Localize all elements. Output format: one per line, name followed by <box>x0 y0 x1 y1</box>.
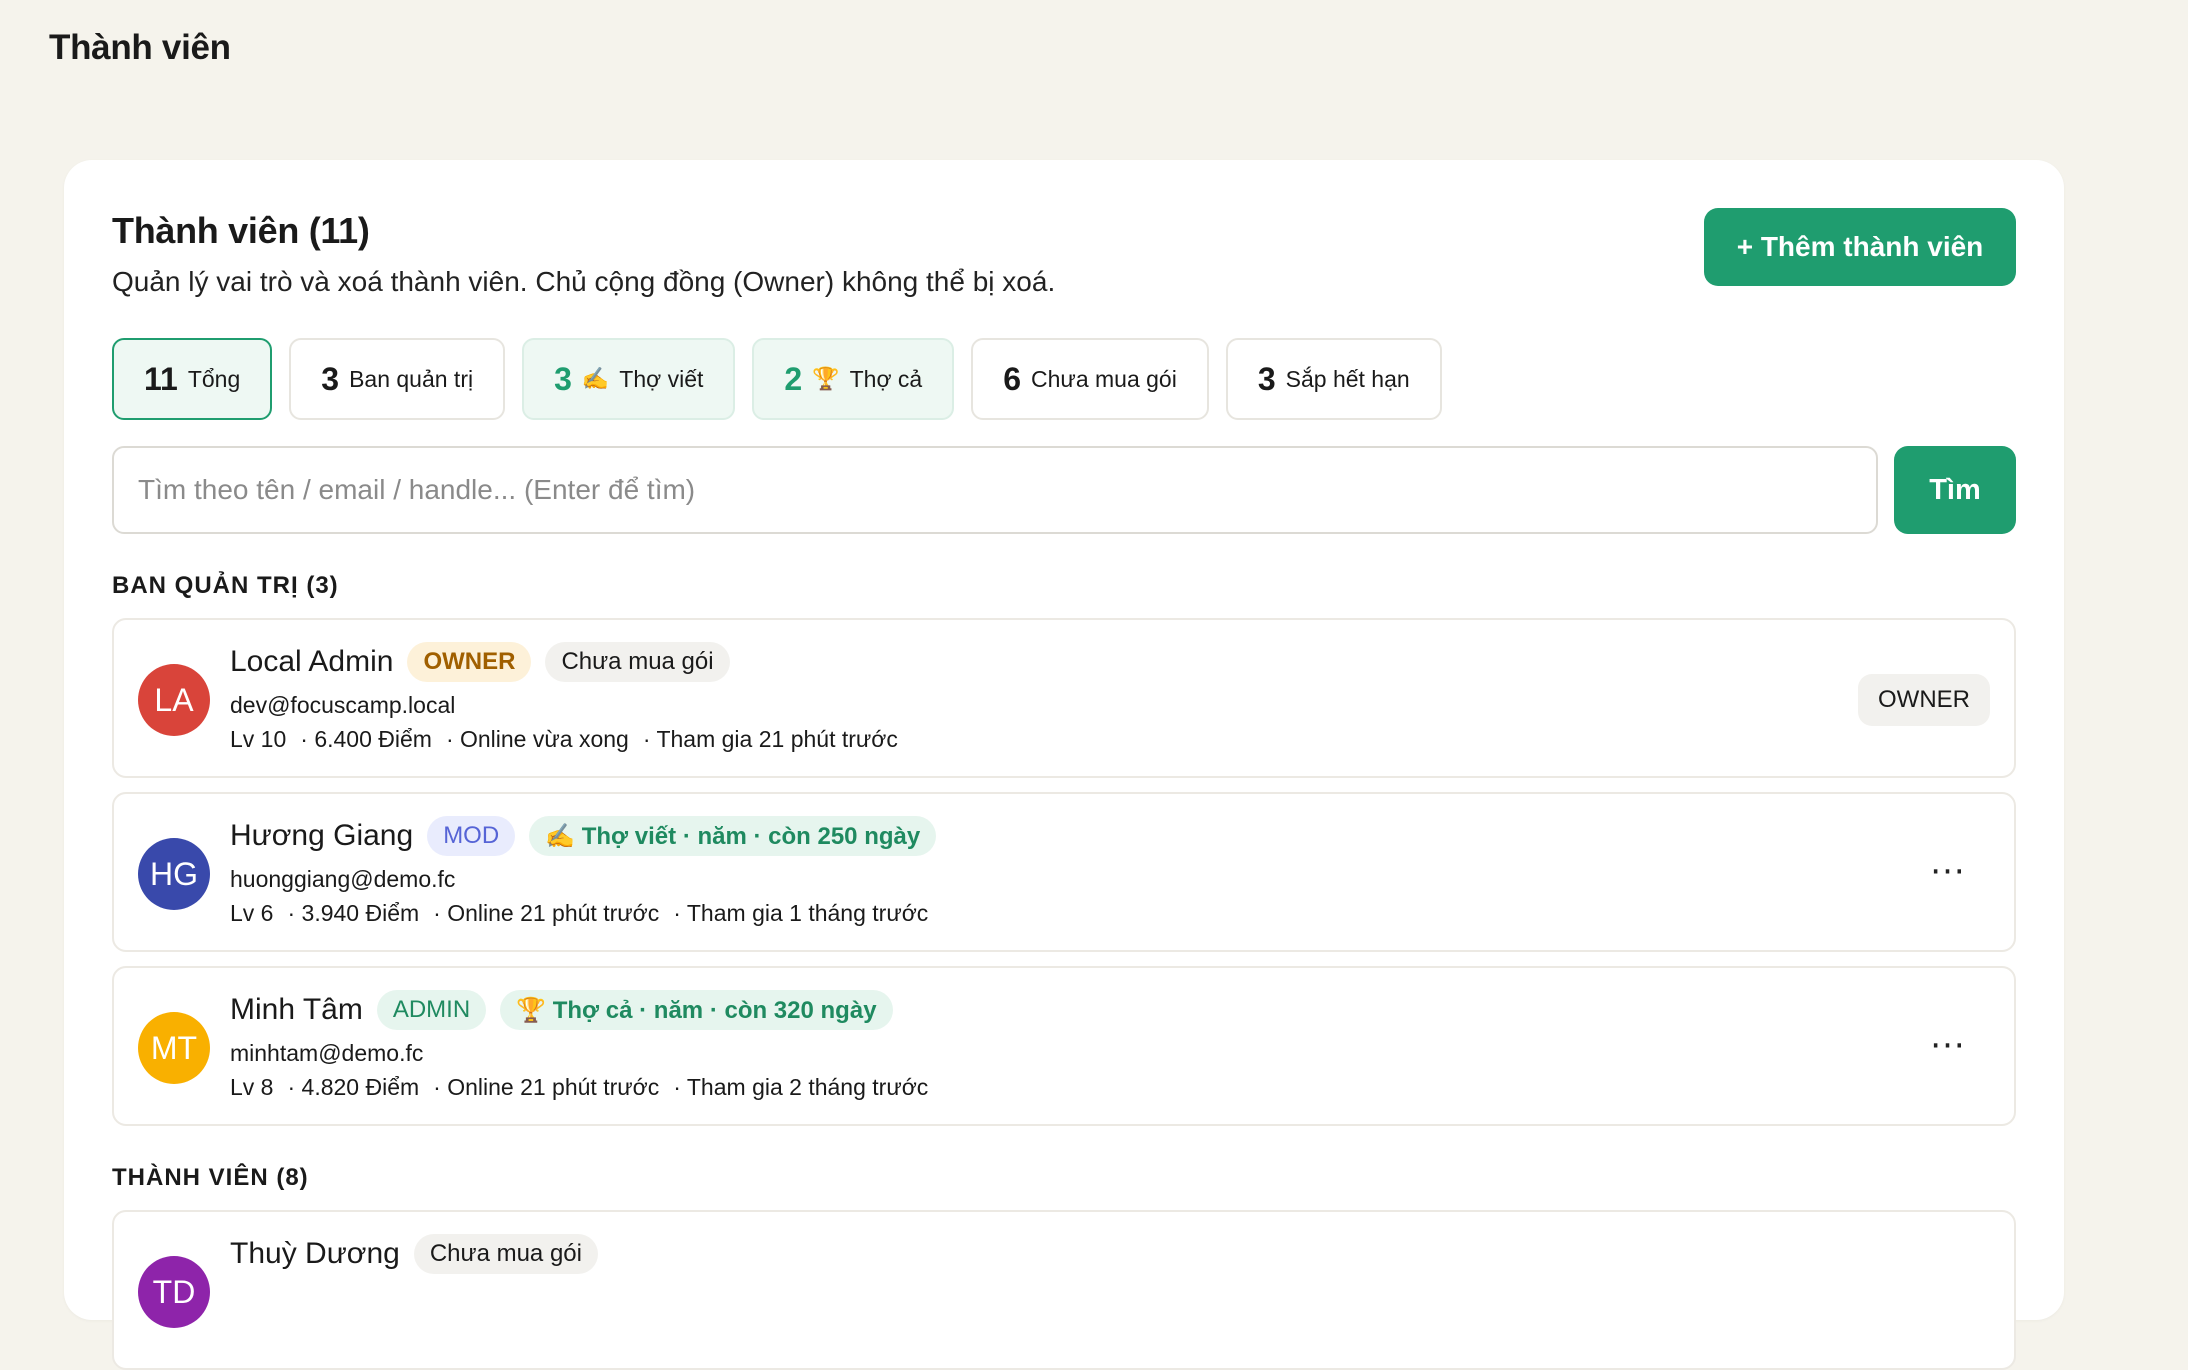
card-title: Thành viên (11) <box>112 210 370 251</box>
stat-number: 3 <box>554 360 572 397</box>
avatar: TD <box>138 1256 210 1328</box>
member-online: · Online 21 phút trước <box>433 900 660 926</box>
plan-badge: ✍️ Thợ viết · năm · còn 250 ngày <box>529 816 937 856</box>
member-name-row: Thuỳ Dương Chưa mua gói <box>230 1234 598 1274</box>
stat-admins[interactable]: 3 Ban quản trị <box>289 338 506 420</box>
stat-number: 3 <box>321 360 340 397</box>
plan-badge: 🏆 Thợ cả · năm · còn 320 ngày <box>500 990 893 1030</box>
stat-total[interactable]: 11 Tổng <box>112 338 273 420</box>
member-row: TD Thuỳ Dương Chưa mua gói <box>112 1210 2016 1370</box>
stat-number: 11 <box>144 360 178 397</box>
search-input[interactable] <box>112 446 1878 534</box>
member-row: LA Local Admin OWNER Chưa mua gói dev@fo… <box>112 618 2016 778</box>
member-name: Hương Giang <box>230 819 414 852</box>
member-joined: · Tham gia 21 phút trước <box>642 726 898 752</box>
stat-number: 6 <box>1003 360 1022 397</box>
search-button[interactable]: Tìm <box>1894 446 2016 534</box>
role-badge: OWNER <box>407 642 532 682</box>
more-options-icon[interactable]: ··· <box>1920 1020 1976 1072</box>
member-name-row: Hương Giang MOD ✍️ Thợ viết · năm · còn … <box>230 816 937 856</box>
member-level: Lv 8 <box>230 1074 274 1100</box>
member-name: Local Admin <box>230 645 394 678</box>
stat-label: Sắp hết hạn <box>1285 365 1410 392</box>
avatar: HG <box>138 838 210 910</box>
stats-filter-bar: 11 Tổng 3 Ban quản trị 3 ✍️ Thợ viết 2 🏆… <box>112 338 1442 420</box>
member-name-row: Minh Tâm ADMIN 🏆 Thợ cả · năm · còn 320 … <box>230 990 893 1030</box>
stat-label: Thợ viết <box>619 365 704 392</box>
member-joined: · Tham gia 1 tháng trước <box>673 900 929 926</box>
member-meta: Lv 10 · 6.400 Điểm · Online vừa xong · T… <box>230 726 898 753</box>
avatar: LA <box>138 664 210 736</box>
stat-label: Ban quản trị <box>349 365 474 392</box>
member-level: Lv 10 <box>230 726 287 752</box>
stat-label: Thợ cả <box>849 365 923 392</box>
member-points: · 4.820 Điểm <box>287 1074 420 1100</box>
member-meta: Lv 6 · 3.940 Điểm · Online 21 phút trước… <box>230 900 928 927</box>
stat-expiring[interactable]: 3 Sắp hết hạn <box>1225 338 1442 420</box>
plan-badge: Chưa mua gói <box>413 1234 598 1274</box>
member-name: Thuỳ Dương <box>230 1237 400 1270</box>
member-level: Lv 6 <box>230 900 274 926</box>
section-label-members: THÀNH VIÊN (8) <box>112 1164 309 1191</box>
card-subtitle: Quản lý vai trò và xoá thành viên. Chủ c… <box>112 266 1056 297</box>
writing-hand-icon: ✍️ <box>581 366 610 391</box>
member-joined: · Tham gia 2 tháng trước <box>673 1074 929 1100</box>
stat-number: 3 <box>1257 360 1276 397</box>
member-email: huonggiang@demo.fc <box>230 866 456 892</box>
owner-tag: OWNER <box>1858 674 1990 726</box>
stat-no-plan[interactable]: 6 Chưa mua gói <box>971 338 1209 420</box>
member-email: dev@focuscamp.local <box>230 692 456 718</box>
role-badge: ADMIN <box>376 990 487 1030</box>
member-name-row: Local Admin OWNER Chưa mua gói <box>230 642 730 682</box>
trophy-icon: 🏆 <box>812 366 840 391</box>
stat-label: Chưa mua gói <box>1031 365 1177 392</box>
stat-masters[interactable]: 2 🏆 Thợ cả <box>752 338 955 420</box>
section-label-admins: BAN QUẢN TRỊ (3) <box>112 572 339 599</box>
stat-number: 2 <box>784 360 803 397</box>
member-points: · 6.400 Điểm <box>300 726 432 752</box>
role-badge: MOD <box>427 816 516 856</box>
member-email: minhtam@demo.fc <box>230 1040 424 1066</box>
member-points: · 3.940 Điểm <box>287 900 420 926</box>
member-row: MT Minh Tâm ADMIN 🏆 Thợ cả · năm · còn 3… <box>112 966 2016 1126</box>
members-card: Thành viên (11) Quản lý vai trò và xoá t… <box>64 160 2064 1370</box>
member-name: Minh Tâm <box>230 993 363 1026</box>
member-online: · Online 21 phút trước <box>433 1074 660 1100</box>
add-member-button[interactable]: + Thêm thành viên <box>1704 208 2016 286</box>
more-options-icon[interactable]: ··· <box>1920 846 1976 898</box>
member-online: · Online vừa xong <box>445 726 629 752</box>
plan-badge: Chưa mua gói <box>545 642 730 682</box>
member-row: HG Hương Giang MOD ✍️ Thợ viết · năm · c… <box>112 792 2016 952</box>
page-title: Thành viên <box>49 28 231 67</box>
stat-writers[interactable]: 3 ✍️ Thợ viết <box>522 338 736 420</box>
member-meta: Lv 8 · 4.820 Điểm · Online 21 phút trước… <box>230 1074 928 1101</box>
stat-label: Tổng <box>187 365 241 392</box>
avatar: MT <box>138 1012 210 1084</box>
